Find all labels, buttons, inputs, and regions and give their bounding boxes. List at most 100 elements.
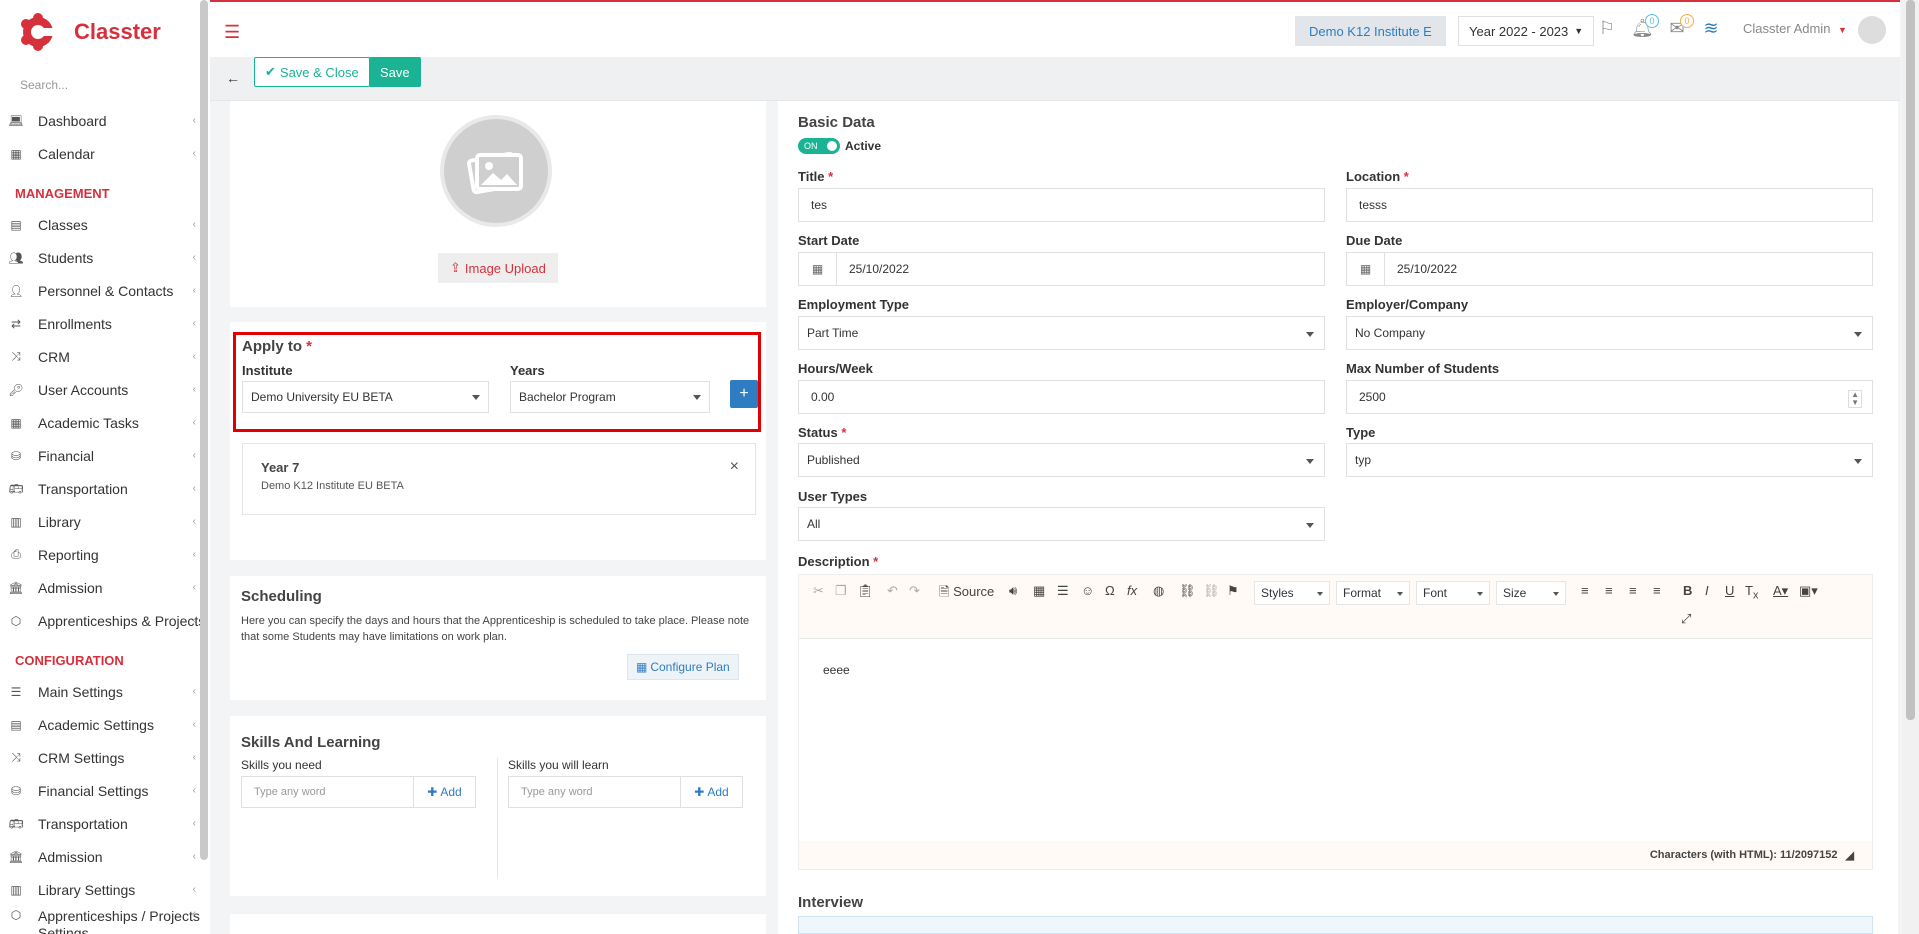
text-color-icon[interactable]: A▾ — [1773, 583, 1788, 599]
cut-icon[interactable]: ✂ — [813, 583, 824, 599]
font-dropdown[interactable]: Font — [1416, 581, 1490, 605]
omega-icon[interactable]: Ω — [1105, 583, 1115, 598]
horizontal-rule-icon[interactable]: ☰ — [1057, 583, 1069, 599]
formula-icon[interactable]: fx — [1127, 583, 1137, 598]
hours-week-input[interactable]: 0.00 — [798, 380, 1325, 414]
editor-content[interactable]: eeee — [823, 663, 850, 677]
remove-format-icon[interactable]: Tx — [1745, 583, 1758, 602]
italic-icon[interactable]: I — [1705, 583, 1709, 598]
hamburger-menu-icon[interactable]: ☰ — [224, 22, 240, 43]
sidebar-item-crm-settings[interactable]: ⤨ CRM Settings ‹ — [0, 741, 210, 774]
flag-icon[interactable]: ⚐ — [1596, 18, 1618, 40]
sidebar-search-input[interactable]: Search... — [0, 64, 210, 104]
skills-learn-input[interactable]: Type any word — [508, 776, 681, 808]
layers-icon[interactable]: ≋ — [1700, 18, 1722, 40]
sidebar-item-apprenticeships-projects-settings[interactable]: ⬡ Apprenticeships / Projects Settings ‹ — [0, 906, 210, 934]
format-dropdown[interactable]: Format — [1336, 581, 1410, 605]
add-skill-need-button[interactable]: ✚ Add — [414, 776, 476, 808]
sidebar-item-admission[interactable]: 🏛︎ Admission ‹ — [0, 571, 210, 604]
align-left-icon[interactable]: ≡ — [1581, 583, 1589, 598]
sidebar-item-classes[interactable]: ▤ Classes ‹ — [0, 208, 210, 241]
institute-selector[interactable]: Demo K12 Institute E — [1295, 16, 1446, 46]
sidebar-item-financial[interactable]: ⛁ Financial ‹ — [0, 439, 210, 472]
bold-icon[interactable]: B — [1683, 583, 1692, 598]
sidebar-item-main-settings[interactable]: ☰ Main Settings ‹ — [0, 675, 210, 708]
calendar-icon[interactable]: ▦ — [799, 253, 837, 285]
title-input[interactable]: tes — [798, 188, 1325, 222]
mail-icon[interactable]: ✉ 0 — [1666, 14, 1694, 40]
align-center-icon[interactable]: ≡ — [1605, 583, 1613, 598]
size-dropdown[interactable]: Size — [1496, 581, 1566, 605]
underline-icon[interactable]: U — [1725, 583, 1734, 598]
spinner-icon[interactable]: ▲ ▼ — [1848, 390, 1862, 408]
calendar-icon[interactable]: ▦ — [1347, 253, 1385, 285]
table-icon[interactable]: ▦ — [1033, 583, 1045, 599]
image-upload-button[interactable]: ⇪ Image Upload — [438, 253, 558, 283]
sidebar-item-user-accounts[interactable]: 🔑︎ User Accounts ‹ — [0, 373, 210, 406]
sidebar-scrollbar[interactable] — [200, 0, 208, 860]
link-icon[interactable]: ⛓ — [1179, 583, 1196, 599]
sidebar-item-apprenticeships-projects[interactable]: ⬡ Apprenticeships & Projects ‹ — [0, 604, 210, 637]
sidebar-item-library-settings[interactable]: ▥ Library Settings ‹ — [0, 873, 210, 906]
employment-type-select[interactable]: Part Time — [798, 316, 1325, 350]
main-scrollbar[interactable] — [1902, 0, 1919, 934]
close-icon[interactable]: × — [730, 458, 739, 476]
skills-need-input[interactable]: Type any word — [241, 776, 414, 808]
sidebar-item-library[interactable]: ▥ Library ‹ — [0, 505, 210, 538]
audio-icon[interactable]: 🔊︎ — [1009, 583, 1017, 599]
user-menu[interactable]: Classter Admin ▼ — [1743, 21, 1847, 36]
sidebar-item-reporting[interactable]: ⎙ Reporting ‹ — [0, 538, 210, 571]
sidebar-item-academic-tasks[interactable]: ▦ Academic Tasks ‹ — [0, 406, 210, 439]
bell-icon[interactable]: 🔔︎ 0 — [1631, 14, 1659, 40]
sidebar-item-transportation[interactable]: 🚌︎ Transportation ‹ — [0, 807, 210, 840]
globe-icon[interactable]: ◍ — [1153, 583, 1164, 599]
logo[interactable]: Classter — [0, 0, 210, 64]
save-button[interactable]: Save — [369, 57, 421, 87]
sidebar-item-academic-settings[interactable]: ▤ Academic Settings ‹ — [0, 708, 210, 741]
sidebar-item-crm[interactable]: ⤨ CRM ‹ — [0, 340, 210, 373]
avatar[interactable] — [1858, 16, 1886, 44]
due-date-input[interactable]: ▦ 25/10/2022 — [1346, 252, 1873, 286]
source-button[interactable]: 🗎︎ Source — [939, 583, 994, 605]
anchor-flag-icon[interactable]: ⚑ — [1227, 583, 1239, 599]
type-select[interactable]: typ — [1346, 443, 1873, 477]
align-right-icon[interactable]: ≡ — [1629, 583, 1637, 598]
sidebar-item-dashboard[interactable]: 💻︎ Dashboard ‹ — [0, 104, 210, 137]
image-placeholder[interactable] — [440, 115, 552, 227]
configure-plan-button[interactable]: ▦ Configure Plan — [627, 654, 739, 680]
year-selector[interactable]: Year 2022 - 2023 ▼ — [1458, 16, 1595, 46]
redo-icon[interactable]: ↷ — [909, 583, 920, 599]
active-toggle[interactable]: ON — [798, 138, 840, 154]
sidebar-item-financial-settings[interactable]: ⛁ Financial Settings ‹ — [0, 774, 210, 807]
main-scrollbar-thumb[interactable] — [1906, 0, 1915, 720]
caret-down-icon — [472, 395, 480, 400]
back-arrow-icon[interactable]: ← — [226, 70, 240, 86]
start-date-input[interactable]: ▦ 25/10/2022 — [798, 252, 1325, 286]
copy-icon[interactable]: ❐ — [835, 583, 847, 599]
sidebar-item-calendar[interactable]: ▦ Calendar ‹ — [0, 137, 210, 170]
justify-icon[interactable]: ≡ — [1653, 583, 1661, 598]
resize-icon[interactable]: ◢ — [1846, 849, 1854, 862]
smiley-icon[interactable]: ☺ — [1081, 583, 1094, 598]
add-skill-learn-button[interactable]: ✚ Add — [681, 776, 743, 808]
undo-icon[interactable]: ↶ — [887, 583, 898, 599]
paste-icon[interactable]: 📋︎ — [857, 583, 874, 599]
add-apply-button[interactable]: + — [730, 380, 758, 408]
unlink-icon[interactable]: ⛓ — [1203, 583, 1220, 599]
location-input[interactable]: tesss — [1346, 188, 1873, 222]
sidebar-item-students[interactable]: 👥︎ Students ‹ — [0, 241, 210, 274]
sidebar-item-admission[interactable]: 🏛︎ Admission ‹ — [0, 840, 210, 873]
maximize-icon[interactable]: ⤢ — [1681, 611, 1691, 627]
max-students-input[interactable]: 2500 ▲ ▼ — [1346, 380, 1873, 414]
years-select[interactable]: Bachelor Program — [510, 381, 710, 413]
sidebar-item-transportation[interactable]: 🚌︎ Transportation ‹ — [0, 472, 210, 505]
sidebar-item-enrollments[interactable]: ⇄ Enrollments ‹ — [0, 307, 210, 340]
styles-dropdown[interactable]: Styles — [1254, 581, 1330, 605]
institute-select[interactable]: Demo University EU BETA — [242, 381, 489, 413]
employer-select[interactable]: No Company — [1346, 316, 1873, 350]
save-close-button[interactable]: ✔ Save & Close — [254, 57, 370, 87]
sidebar-item-personnel-contacts[interactable]: 👤︎ Personnel & Contacts ‹ — [0, 274, 210, 307]
background-color-icon[interactable]: ▣▾ — [1799, 583, 1818, 599]
status-select[interactable]: Published — [798, 443, 1325, 477]
user-types-select[interactable]: All — [798, 507, 1325, 541]
